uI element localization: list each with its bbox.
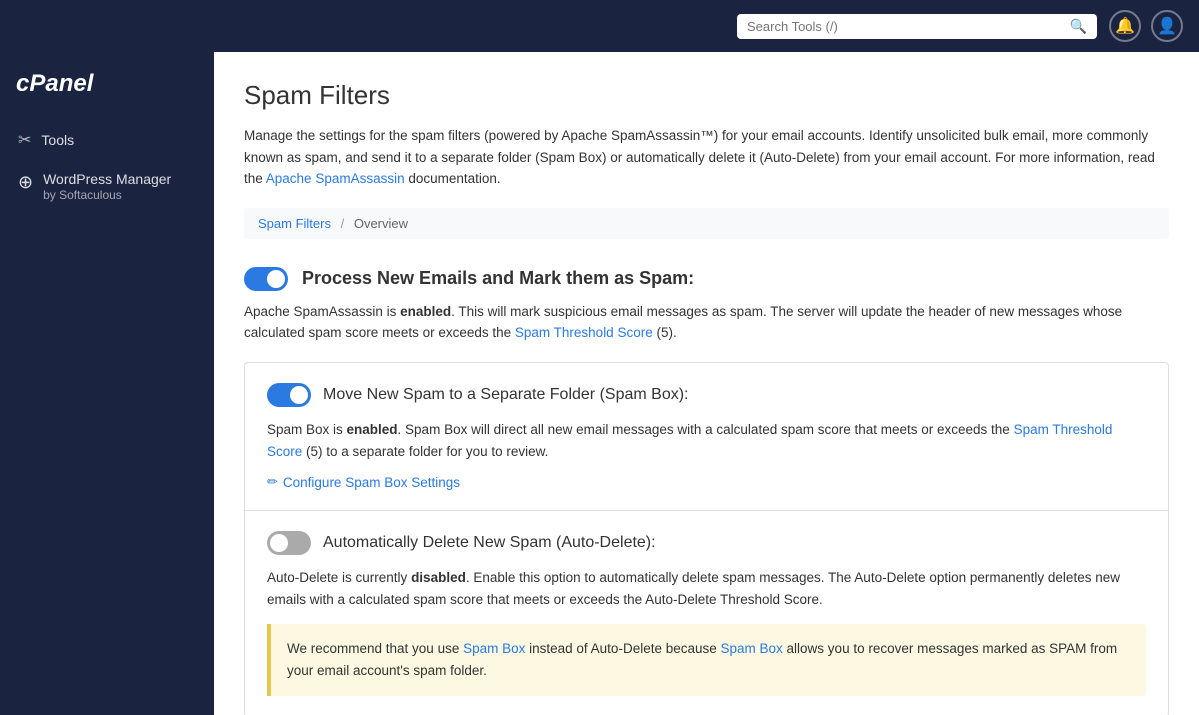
main-section-header: Process New Emails and Mark them as Spam… — [244, 267, 1169, 291]
spam-box-toggle[interactable] — [267, 383, 311, 407]
warning-spam-box-link-2[interactable]: Spam Box — [721, 641, 783, 656]
warning-prefix: We recommend that you use — [287, 641, 463, 656]
cards-container: Move New Spam to a Separate Folder (Spam… — [244, 362, 1169, 715]
auto-delete-header: Automatically Delete New Spam (Auto-Dele… — [267, 531, 1146, 555]
auto-delete-desc-prefix: Auto-Delete is currently — [267, 570, 411, 585]
sidebar-item-tools[interactable]: ✂ Tools — [0, 120, 214, 160]
main-desc-prefix: Apache SpamAssassin is — [244, 304, 400, 319]
configure-spam-box-link[interactable]: ✏ Configure Spam Box Settings — [267, 474, 460, 490]
spam-threshold-link-1[interactable]: Spam Threshold Score — [515, 325, 653, 340]
auto-delete-warning: We recommend that you use Spam Box inste… — [267, 624, 1146, 695]
cpanel-logo: cPanel — [0, 64, 214, 120]
spam-box-desc-bold: enabled — [347, 422, 398, 437]
auto-delete-title: Automatically Delete New Spam (Auto-Dele… — [323, 534, 656, 552]
main-content: Spam Filters Manage the settings for the… — [214, 52, 1199, 715]
search-input[interactable] — [747, 19, 1064, 34]
notifications-icon[interactable]: 🔔 — [1109, 10, 1141, 42]
main-desc-bold: enabled — [400, 304, 451, 319]
sidebar-wp-sublabel: by Softaculous — [43, 188, 171, 204]
tools-icon: ✂ — [18, 130, 31, 150]
breadcrumb-parent-link[interactable]: Spam Filters — [258, 216, 331, 231]
sidebar: cPanel ✂ Tools ⊕ WordPress Manager by So… — [0, 52, 214, 715]
spam-box-desc-suffix: . Spam Box will direct all new email mes… — [398, 422, 1014, 437]
wordpress-icon: ⊕ — [18, 172, 33, 193]
app-header: 🔍 🔔 👤 — [0, 0, 1199, 52]
toggle-knob — [267, 270, 285, 288]
spam-box-title: Move New Spam to a Separate Folder (Spam… — [323, 386, 689, 404]
page-title: Spam Filters — [244, 80, 1169, 111]
auto-delete-desc-bold: disabled — [411, 570, 466, 585]
search-box[interactable]: 🔍 — [737, 14, 1097, 39]
spam-box-header: Move New Spam to a Separate Folder (Spam… — [267, 383, 1146, 407]
breadcrumb-separator: / — [341, 216, 345, 231]
auto-delete-toggle[interactable] — [267, 531, 311, 555]
sidebar-item-wordpress[interactable]: ⊕ WordPress Manager by Softaculous — [0, 160, 214, 214]
sidebar-item-tools-label: Tools — [41, 132, 74, 148]
main-desc-end: (5). — [653, 325, 677, 340]
sidebar-wp-label: WordPress Manager — [43, 170, 171, 188]
spam-box-desc-prefix: Spam Box is — [267, 422, 347, 437]
auto-delete-toggle-knob — [270, 534, 288, 552]
warning-mid: instead of Auto-Delete because — [525, 641, 720, 656]
spam-box-toggle-knob — [290, 386, 308, 404]
spam-box-desc-end: (5) to a separate folder for you to revi… — [302, 444, 548, 459]
auto-delete-card: Automatically Delete New Spam (Auto-Dele… — [244, 511, 1169, 715]
main-layout: cPanel ✂ Tools ⊕ WordPress Manager by So… — [0, 52, 1199, 715]
page-description: Manage the settings for the spam filters… — [244, 125, 1169, 190]
user-icon[interactable]: 👤 — [1151, 10, 1183, 42]
header-icons: 🔔 👤 — [1109, 10, 1183, 42]
spam-box-card: Move New Spam to a Separate Folder (Spam… — [244, 362, 1169, 511]
auto-delete-description: Auto-Delete is currently disabled. Enabl… — [267, 567, 1146, 610]
configure-spam-box-label: Configure Spam Box Settings — [283, 475, 460, 490]
main-section-description: Apache SpamAssassin is enabled. This wil… — [244, 301, 1144, 344]
search-icon: 🔍 — [1070, 18, 1087, 35]
main-section-title: Process New Emails and Mark them as Spam… — [302, 268, 694, 289]
spamassassin-link[interactable]: Apache SpamAssassin — [266, 171, 405, 186]
spam-box-description: Spam Box is enabled. Spam Box will direc… — [267, 419, 1146, 462]
warning-spam-box-link-1[interactable]: Spam Box — [463, 641, 525, 656]
pencil-icon: ✏ — [267, 474, 278, 490]
page-desc-suffix: documentation. — [405, 171, 501, 186]
process-emails-toggle[interactable] — [244, 267, 288, 291]
breadcrumb-current: Overview — [354, 216, 408, 231]
breadcrumb: Spam Filters / Overview — [244, 208, 1169, 239]
